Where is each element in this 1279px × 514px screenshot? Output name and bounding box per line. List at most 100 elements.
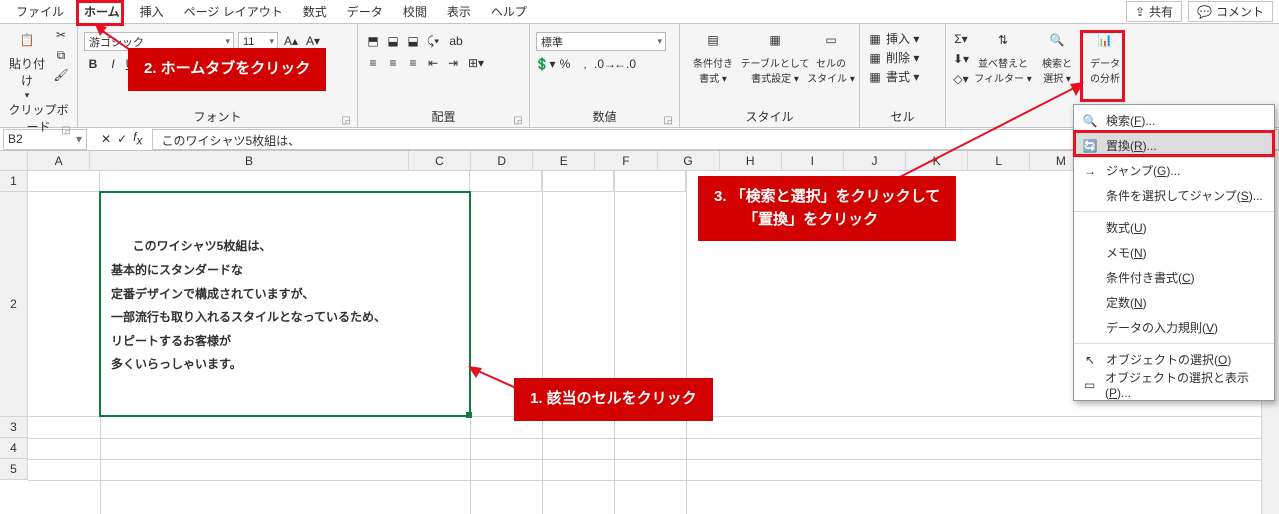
cut-icon[interactable]: ✂ [52,26,70,44]
col-F[interactable]: F [595,151,657,171]
cell-text: このワイシャツ5枚組は、 基本的にスタンダードな 定番デザインで構成されています… [111,239,386,371]
format-as-table-button[interactable]: ▦ テーブルとして 書式設定 ▾ [746,26,804,85]
indent-dec-icon[interactable]: ⇤ [424,54,442,72]
tab-page-layout[interactable]: ページ レイアウト [174,0,293,23]
menu-item-goto[interactable]: → ジャンプ(G)... [1074,158,1274,183]
fill-handle[interactable] [466,412,472,418]
insert-cells-icon: ▦ [866,30,884,48]
font-launcher-icon[interactable]: ◲ [341,115,351,125]
align-left-icon[interactable]: ≡ [364,54,382,72]
col-D[interactable]: D [471,151,533,171]
row-headers[interactable]: 1 2 3 4 5 [0,171,28,480]
row-1[interactable]: 1 [0,171,28,192]
col-B[interactable]: B [90,151,409,171]
delete-cells-button[interactable]: ▦削除 ▾ [866,49,919,67]
fx-icon[interactable]: fx [133,130,142,147]
format-cells-button[interactable]: ▦書式 ▾ [866,68,919,86]
sort-filter-button[interactable]: ⇅ 並べ替えと フィルター ▾ [976,26,1030,85]
selected-cell-B2[interactable]: このワイシャツ5枚組は、 基本的にスタンダードな 定番デザインで構成されています… [99,191,471,417]
merge-icon[interactable]: ⊞▾ [464,54,488,72]
menu-item-data-validation[interactable]: データの入力規則(V) [1074,315,1274,340]
clipboard-launcher-icon[interactable]: ◲ [61,125,71,135]
delete-cells-icon: ▦ [866,49,884,67]
align-top-icon[interactable]: ⬒ [364,32,382,50]
number-launcher-icon[interactable]: ◲ [663,115,673,125]
italic-icon[interactable]: I [104,55,122,73]
orientation-icon[interactable]: ⤹▾ [424,32,442,50]
tab-review[interactable]: 校閲 [393,0,437,23]
goto-icon: → [1082,163,1098,179]
align-right-icon[interactable]: ≡ [404,54,422,72]
share-button[interactable]: ⇪共有 [1126,1,1182,22]
col-L[interactable]: L [968,151,1030,171]
row-5[interactable]: 5 [0,459,28,480]
bold-icon[interactable]: B [84,55,102,73]
percent-icon[interactable]: % [556,55,574,73]
fill-icon[interactable]: ⬇▾ [952,50,970,68]
row-4[interactable]: 4 [0,438,28,459]
format-as-table-icon: ▦ [761,26,789,54]
align-middle-icon[interactable]: ⬓ [384,32,402,50]
tab-insert[interactable]: 挿入 [130,0,174,23]
menu-item-formulas[interactable]: 数式(U) [1074,215,1274,240]
format-painter-icon[interactable]: 🖌 [52,66,70,84]
format-cells-icon: ▦ [866,68,884,86]
select-all-corner[interactable] [0,151,28,171]
conditional-format-icon: ▤ [699,26,727,54]
wrap-text-icon[interactable]: ab [444,32,468,50]
inc-decimal-icon[interactable]: .0→ [596,55,614,73]
chevron-down-icon[interactable]: ▾ [76,132,82,146]
cancel-icon[interactable]: ✕ [101,132,111,146]
tab-formula[interactable]: 数式 [293,0,337,23]
menu-item-constants[interactable]: 定数(N) [1074,290,1274,315]
callout-1: 1. 該当のセルをクリック [514,378,713,421]
highlight-replace-item [1073,130,1275,157]
tab-view[interactable]: 表示 [437,0,481,23]
tab-data[interactable]: データ [337,0,393,23]
align-launcher-icon[interactable]: ◲ [513,115,523,125]
row-2[interactable]: 2 [0,192,28,417]
dec-decimal-icon[interactable]: ←.0 [616,55,634,73]
conditional-format-button[interactable]: ▤ 条件付き 書式 ▾ [686,26,740,85]
col-C[interactable]: C [409,151,471,171]
autosum-icon[interactable]: Σ▾ [952,30,970,48]
paste-button[interactable]: 📋 貼り付け ▾ [6,26,48,101]
col-K[interactable]: K [906,151,968,171]
comment-icon: 💬 [1197,5,1212,19]
indent-inc-icon[interactable]: ⇥ [444,54,462,72]
find-select-button[interactable]: 🔍 検索と 選択 ▾ [1036,26,1078,85]
col-G[interactable]: G [658,151,720,171]
insert-cells-button[interactable]: ▦挿入 ▾ [866,30,919,48]
cell-styles-button[interactable]: ▭ セルの スタイル ▾ [810,26,852,85]
col-E[interactable]: E [533,151,595,171]
col-A[interactable]: A [28,151,90,171]
cursor-icon: ↖ [1082,352,1098,368]
menu-item-goto-special[interactable]: 条件を選択してジャンプ(S)... [1074,183,1274,208]
align-center-icon[interactable]: ≡ [384,54,402,72]
enter-icon[interactable]: ✓ [117,132,127,146]
share-icon: ⇪ [1135,5,1145,19]
menu-item-notes[interactable]: メモ(N) [1074,240,1274,265]
copy-icon[interactable]: ⧉ [52,46,70,64]
pane-icon: ▭ [1082,377,1097,393]
col-I[interactable]: I [782,151,844,171]
callout-2: 2. ホームタブをクリック [128,48,326,91]
menu-tabs: ファイル ホーム 挿入 ページ レイアウト 数式 データ 校閲 表示 ヘルプ ⇪… [0,0,1279,24]
comment-button[interactable]: 💬コメント [1188,1,1273,22]
tab-file[interactable]: ファイル [6,0,74,23]
search-icon: 🔍 [1082,113,1098,129]
row-3[interactable]: 3 [0,417,28,438]
tab-help[interactable]: ヘルプ [481,0,537,23]
col-H[interactable]: H [720,151,782,171]
menu-item-conditional-formatting[interactable]: 条件付き書式(C) [1074,265,1274,290]
accounting-icon[interactable]: 💲▾ [536,55,554,73]
cell-styles-icon: ▭ [817,26,845,54]
callout-3: 3. 「検索と選択」をクリックして 「置換」をクリック [698,176,956,241]
number-format-combo[interactable]: 標準 [536,32,666,51]
paste-icon: 📋 [13,26,41,54]
menu-item-selection-pane[interactable]: ▭オブジェクトの選択と表示(P)... [1074,372,1274,397]
clear-icon[interactable]: ◇▾ [952,70,970,88]
col-J[interactable]: J [844,151,906,171]
align-bottom-icon[interactable]: ⬓ [404,32,422,50]
comma-icon[interactable]: , [576,55,594,73]
